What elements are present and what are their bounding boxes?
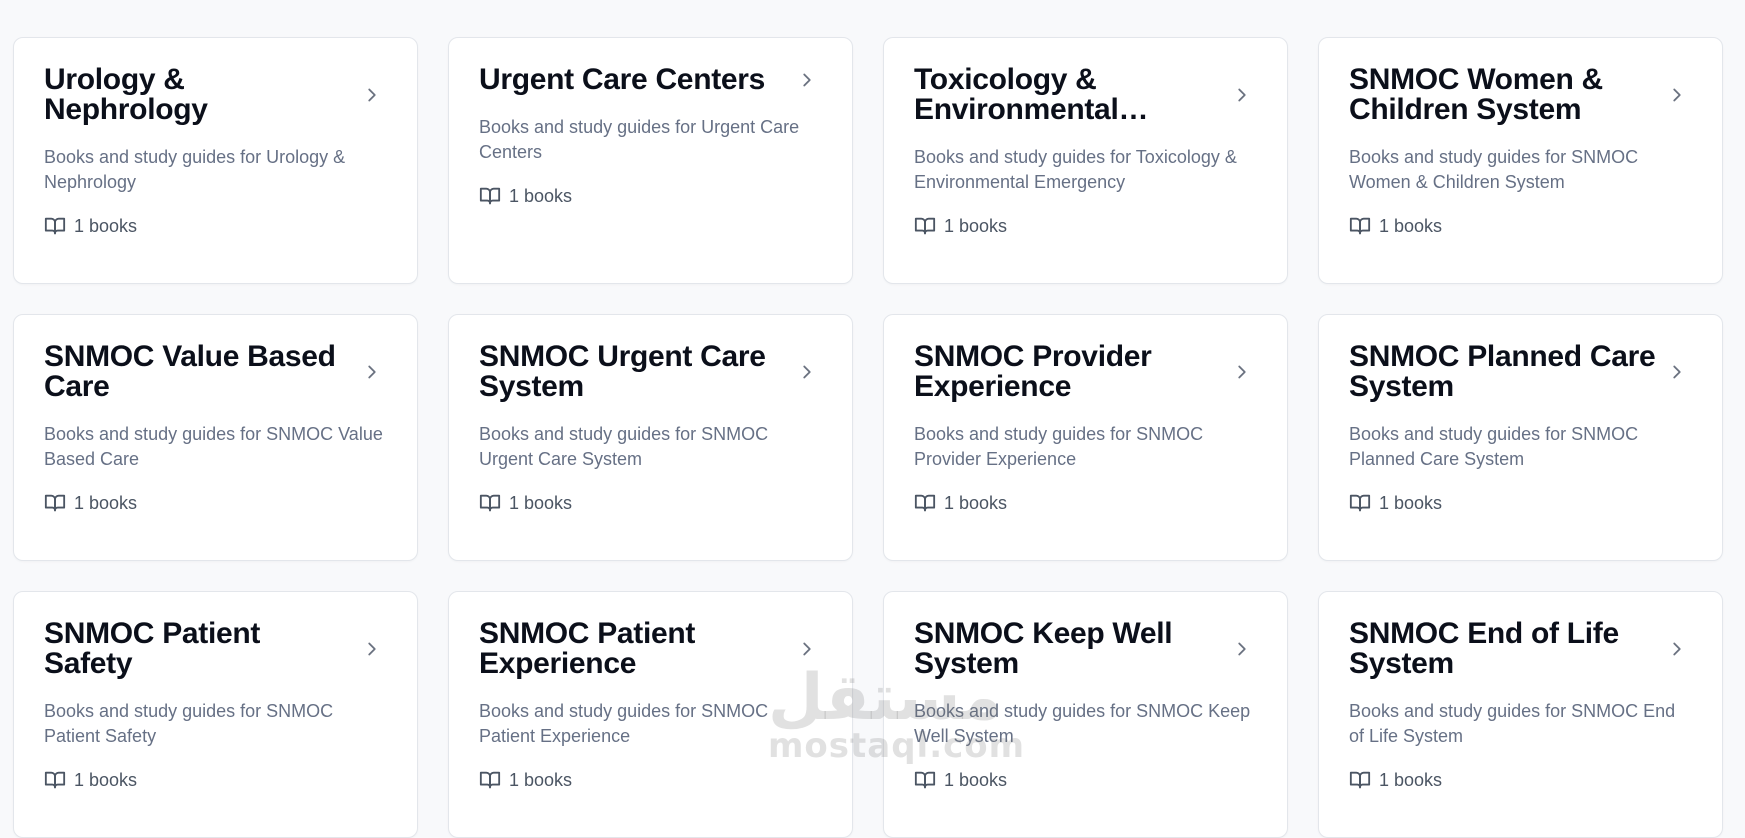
category-card[interactable]: Urgent Care Centers Books and study guid…: [448, 37, 853, 284]
book-count: 1 books: [914, 492, 1257, 514]
category-title: SNMOC End of Life System: [1349, 619, 1619, 679]
category-title: Toxicology & Environmental Emergency: [914, 65, 1119, 125]
book-count-label: 1 books: [509, 769, 573, 790]
category-title: SNMOC Urgent Care System: [479, 342, 766, 402]
card-header: SNMOC Keep Well System: [914, 619, 1257, 679]
category-grid: Urology & Nephrology Books and study gui…: [13, 37, 1723, 838]
book-open-icon: [1349, 215, 1371, 237]
category-card[interactable]: Toxicology & Environmental Emergency Boo…: [883, 37, 1288, 284]
category-description: Books and study guides for Toxicology & …: [914, 147, 1237, 192]
card-header: SNMOC End of Life System: [1349, 619, 1692, 679]
card-header: SNMOC Value Based Care: [44, 342, 387, 402]
book-count-label: 1 books: [944, 492, 1008, 513]
category-card[interactable]: SNMOC Provider Experience Books and stud…: [883, 314, 1288, 561]
category-description: Books and study guides for SNMOC Keep We…: [914, 701, 1251, 746]
card-header: SNMOC Patient Experience: [479, 619, 822, 679]
card-header: Urgent Care Centers: [479, 65, 822, 95]
book-count-label: 1 books: [509, 492, 573, 513]
chevron-right-icon: [361, 84, 383, 106]
book-open-icon: [914, 215, 936, 237]
chevron-right-icon: [1231, 638, 1253, 660]
book-count-label: 1 books: [509, 185, 573, 206]
book-count: 1 books: [914, 215, 1257, 237]
chevron-right-icon: [361, 638, 383, 660]
category-card[interactable]: SNMOC Patient Experience Books and study…: [448, 591, 853, 838]
category-description: Books and study guides for SNMOC Provide…: [914, 424, 1204, 469]
category-title: SNMOC Provider Experience: [914, 342, 1152, 402]
chevron-right-icon: [361, 361, 383, 383]
category-card[interactable]: Urology & Nephrology Books and study gui…: [13, 37, 418, 284]
category-description: Books and study guides for SNMOC End of …: [1349, 701, 1676, 746]
chevron-right-icon: [1231, 361, 1253, 383]
book-count-label: 1 books: [944, 769, 1008, 790]
book-count: 1 books: [479, 492, 822, 514]
category-title: SNMOC Planned Care System: [1349, 342, 1656, 402]
book-count-label: 1 books: [74, 492, 138, 513]
category-card[interactable]: SNMOC Keep Well System Books and study g…: [883, 591, 1288, 838]
book-count-label: 1 books: [74, 769, 138, 790]
category-description: Books and study guides for SNMOC Planned…: [1349, 424, 1639, 469]
category-description: Books and study guides for SNMOC Urgent …: [479, 424, 769, 469]
card-header: SNMOC Patient Safety: [44, 619, 387, 679]
book-open-icon: [479, 492, 501, 514]
chevron-right-icon: [796, 361, 818, 383]
category-card[interactable]: SNMOC Planned Care System Books and stud…: [1318, 314, 1723, 561]
book-count: 1 books: [1349, 492, 1692, 514]
category-title: SNMOC Patient Safety: [44, 619, 261, 679]
book-count: 1 books: [1349, 215, 1692, 237]
category-description: Books and study guides for SNMOC Patient…: [479, 701, 769, 746]
category-card[interactable]: SNMOC Value Based Care Books and study g…: [13, 314, 418, 561]
category-title: SNMOC Women & Children System: [1349, 65, 1603, 125]
book-open-icon: [44, 492, 66, 514]
category-card[interactable]: SNMOC Women & Children System Books and …: [1318, 37, 1723, 284]
category-card[interactable]: SNMOC Urgent Care System Books and study…: [448, 314, 853, 561]
card-header: SNMOC Provider Experience: [914, 342, 1257, 402]
card-header: SNMOC Women & Children System: [1349, 65, 1692, 125]
category-card[interactable]: SNMOC End of Life System Books and study…: [1318, 591, 1723, 838]
chevron-right-icon: [1231, 84, 1253, 106]
card-header: SNMOC Urgent Care System: [479, 342, 822, 402]
category-title: SNMOC Patient Experience: [479, 619, 696, 679]
book-count-label: 1 books: [74, 215, 138, 236]
book-open-icon: [914, 492, 936, 514]
chevron-right-icon: [1666, 361, 1688, 383]
card-header: SNMOC Planned Care System: [1349, 342, 1692, 402]
book-count: 1 books: [479, 185, 822, 207]
book-count-label: 1 books: [1379, 492, 1443, 513]
chevron-right-icon: [796, 69, 818, 91]
chevron-right-icon: [796, 638, 818, 660]
category-description: Books and study guides for SNMOC Women &…: [1349, 147, 1639, 192]
card-header: Urology & Nephrology: [44, 65, 387, 125]
book-count-label: 1 books: [944, 215, 1008, 236]
book-count-label: 1 books: [1379, 769, 1443, 790]
chevron-right-icon: [1666, 84, 1688, 106]
category-description: Books and study guides for SNMOC Patient…: [44, 701, 334, 746]
category-title: SNMOC Value Based Care: [44, 342, 336, 402]
book-open-icon: [479, 185, 501, 207]
card-header: Toxicology & Environmental Emergency: [914, 65, 1257, 125]
chevron-right-icon: [1666, 638, 1688, 660]
book-count: 1 books: [44, 492, 387, 514]
category-title: Urgent Care Centers: [479, 65, 766, 95]
book-open-icon: [44, 215, 66, 237]
category-description: Books and study guides for Urology & Nep…: [44, 147, 346, 192]
category-card[interactable]: SNMOC Patient Safety Books and study gui…: [13, 591, 418, 838]
book-count-label: 1 books: [1379, 215, 1443, 236]
book-count: 1 books: [44, 215, 387, 237]
book-open-icon: [1349, 492, 1371, 514]
category-title: SNMOC Keep Well System: [914, 619, 1173, 679]
category-description: Books and study guides for SNMOC Value B…: [44, 424, 383, 469]
category-description: Books and study guides for Urgent Care C…: [479, 117, 800, 162]
category-title: Urology & Nephrology: [44, 65, 208, 125]
